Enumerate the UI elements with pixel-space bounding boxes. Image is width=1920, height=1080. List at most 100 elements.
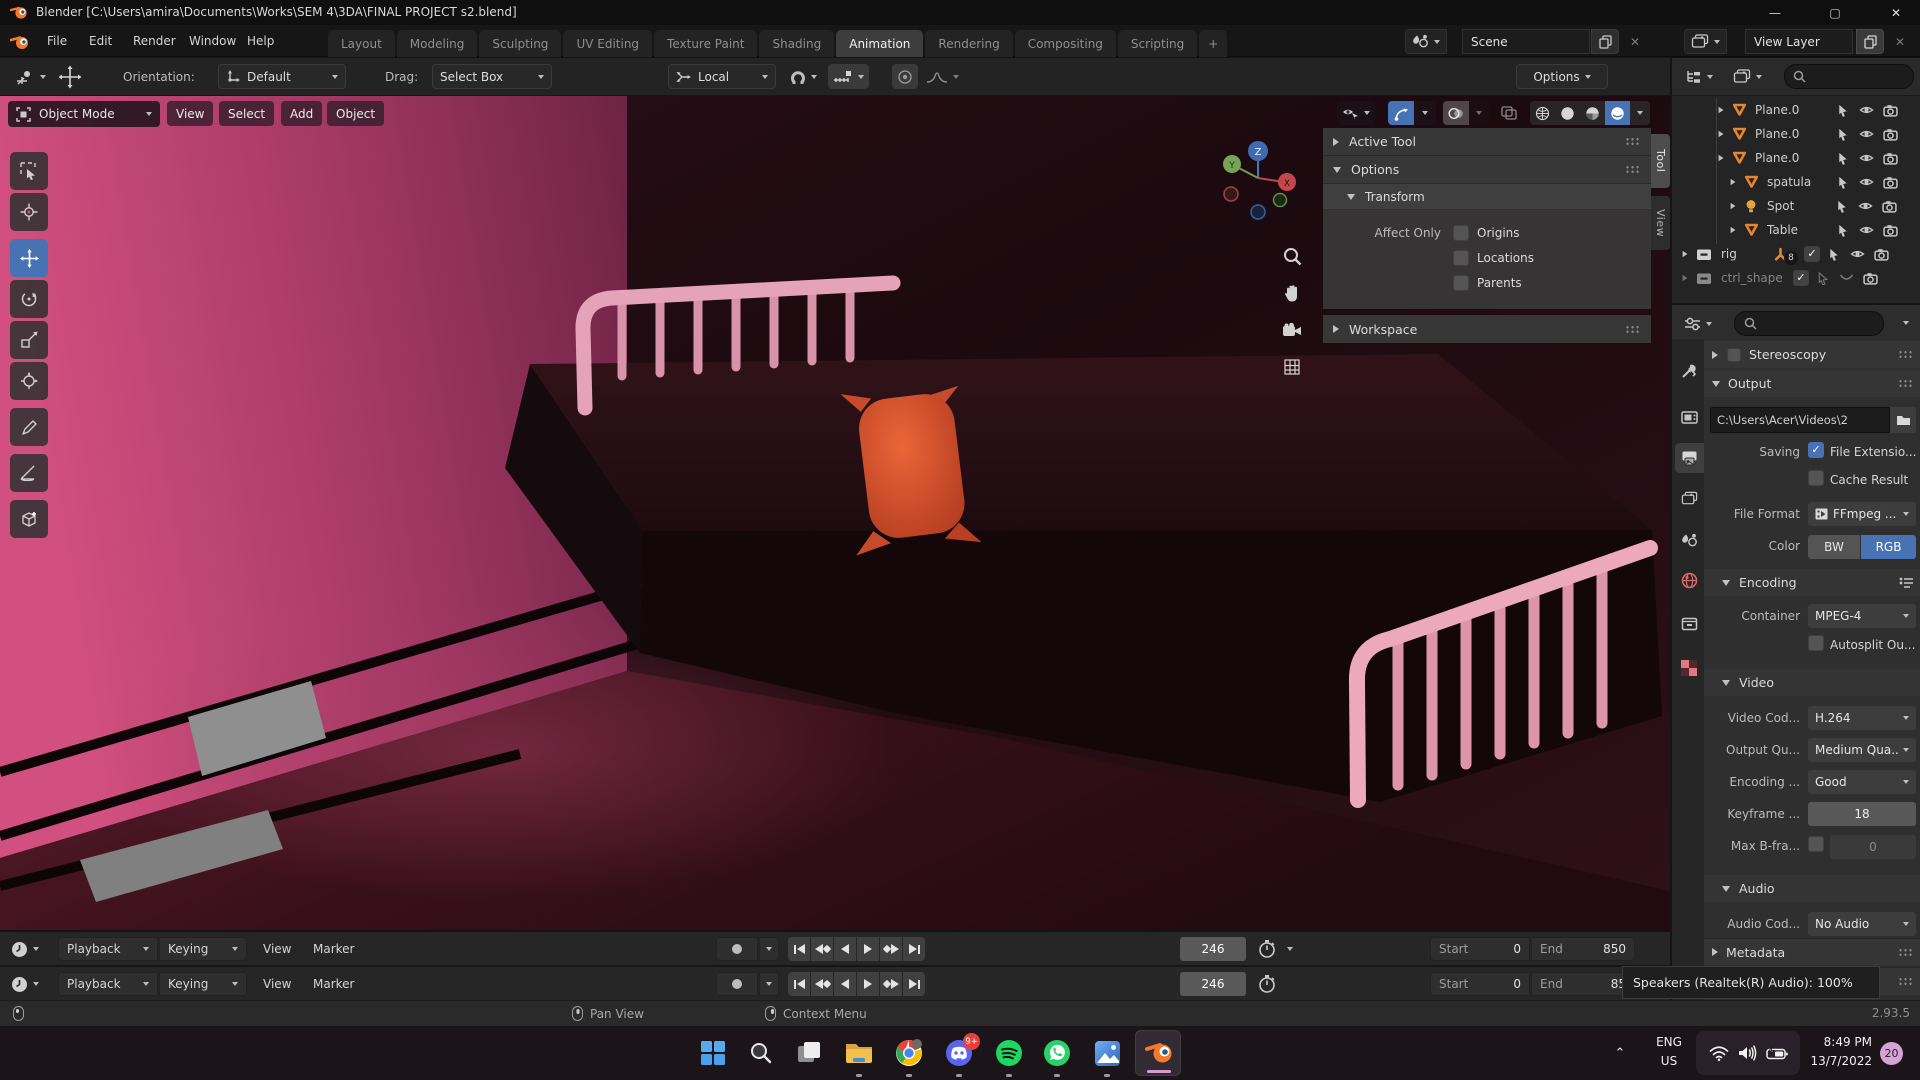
play-button[interactable] [857, 937, 879, 961]
playback-menu[interactable]: Playback [58, 972, 158, 996]
menu-window[interactable]: Window [180, 29, 245, 53]
tray-clock[interactable]: 8:49 PM13/7/2022 [1806, 1033, 1872, 1070]
play-reverse-button[interactable] [834, 937, 856, 961]
tab-view-layer-properties[interactable] [1676, 485, 1702, 511]
view-menu[interactable]: View [255, 972, 299, 996]
camera-icon[interactable] [1882, 200, 1897, 213]
drag-grip-icon[interactable] [1625, 165, 1641, 174]
stereoscopy-checkbox[interactable] [1727, 348, 1741, 362]
gizmos-toggle[interactable] [1388, 101, 1436, 125]
tab-texture-paint[interactable]: Texture Paint [654, 30, 757, 57]
prev-keyframe-button[interactable] [811, 972, 833, 996]
tray-quick-settings[interactable] [1696, 1031, 1800, 1075]
tool-transform[interactable] [10, 362, 48, 400]
current-frame-field[interactable]: 246 [1180, 937, 1246, 961]
tool-scale[interactable] [10, 321, 48, 359]
menu-edit[interactable]: Edit [80, 29, 121, 53]
tool-annotate[interactable] [10, 408, 48, 446]
scene-name-field[interactable]: Scene [1462, 29, 1590, 54]
drag-grip-icon[interactable] [1898, 379, 1914, 388]
camera-icon[interactable] [1883, 176, 1898, 189]
properties-filter-dropdown[interactable] [1903, 321, 1909, 325]
frame-end-field[interactable]: End85 [1531, 972, 1635, 996]
outliner-editor-type[interactable] [1680, 64, 1718, 89]
selectable-icon[interactable] [1828, 248, 1840, 261]
eye-icon[interactable] [1859, 127, 1874, 141]
parents-checkbox[interactable] [1453, 275, 1469, 291]
tool-select-box[interactable] [10, 152, 48, 190]
output-path-browse-button[interactable] [1890, 407, 1916, 433]
expand-icon[interactable] [1731, 227, 1736, 233]
view-layer-selector[interactable] [1684, 29, 1727, 54]
expand-icon[interactable] [1719, 107, 1724, 113]
color-rgb-button[interactable]: RGB [1861, 535, 1916, 559]
jump-to-end-button[interactable] [903, 937, 925, 961]
frame-end-field[interactable]: End850 [1531, 937, 1635, 961]
notification-count-badge[interactable]: 20 [1880, 1042, 1903, 1065]
drag-dropdown[interactable]: Select Box [432, 64, 552, 89]
outliner-display-mode[interactable] [1728, 64, 1767, 89]
view-layer-name-field[interactable]: View Layer [1745, 29, 1853, 54]
subpanel-encoding[interactable]: Encoding [1704, 569, 1920, 596]
panel-workspace[interactable]: Workspace [1323, 315, 1651, 343]
output-path-field[interactable]: C:\Users\Acer\Videos\2 [1710, 407, 1890, 433]
active-tool-selector[interactable] [10, 64, 51, 90]
tab-render-properties[interactable] [1676, 403, 1702, 429]
eye-icon[interactable] [1859, 151, 1874, 165]
camera-icon[interactable] [1874, 248, 1889, 261]
chrome-button[interactable] [893, 1037, 925, 1069]
color-bw-button[interactable]: BW [1808, 535, 1860, 559]
shading-rendered-button[interactable] [1605, 101, 1630, 125]
frame-start-field[interactable]: Start0 [1430, 972, 1530, 996]
eye-icon[interactable] [1858, 199, 1873, 213]
tab-animation[interactable]: Animation [836, 30, 923, 57]
scene-selector[interactable] [1405, 29, 1447, 54]
xray-toggle[interactable] [1496, 101, 1522, 125]
camera-icon[interactable] [1883, 152, 1898, 165]
overlays-toggle[interactable] [1443, 101, 1489, 125]
marker-menu[interactable]: Marker [305, 937, 362, 961]
shading-wireframe-button[interactable] [1530, 101, 1555, 125]
properties-search-field[interactable] [1734, 311, 1884, 336]
viewport-menu-add[interactable]: Add [281, 101, 322, 126]
quality-dropdown[interactable]: Medium Qua... [1808, 738, 1916, 762]
camera-icon[interactable] [1883, 224, 1898, 237]
file-explorer-button[interactable] [843, 1037, 875, 1069]
add-workspace-button[interactable]: + [1199, 30, 1227, 57]
view-layer-copy-button[interactable] [1856, 29, 1884, 54]
subpanel-transform[interactable]: Transform [1323, 184, 1651, 210]
viewport-menu-select[interactable]: Select [219, 101, 274, 126]
camera-icon[interactable] [1863, 272, 1878, 285]
taskbar-search-button[interactable] [745, 1037, 777, 1069]
hide-curve-icon[interactable] [1839, 273, 1854, 283]
mode-dropdown[interactable]: Object Mode [8, 101, 160, 127]
menu-file[interactable]: File [38, 29, 76, 53]
selectable-icon[interactable] [1837, 128, 1849, 141]
file-format-dropdown[interactable]: FFmpeg ... [1808, 502, 1916, 526]
view-layer-remove-button[interactable]: ✕ [1888, 29, 1912, 54]
proportional-falloff-dropdown[interactable] [922, 64, 963, 89]
eye-icon[interactable] [1859, 103, 1874, 117]
audio-codec-dropdown[interactable]: No Audio [1808, 912, 1916, 936]
stopwatch-icon[interactable] [1258, 939, 1276, 959]
sidebar-tab-tool[interactable]: Tool [1651, 134, 1670, 188]
outliner-row-plane1[interactable]: Plane.0 [1670, 98, 1920, 122]
viewport-pan-button[interactable] [1278, 279, 1306, 307]
outliner-row-rig[interactable]: rig 8 ✓ [1670, 242, 1920, 266]
tab-output-properties-active[interactable] [1675, 443, 1704, 473]
outliner-row-spot[interactable]: Spot [1670, 194, 1920, 218]
presets-icon[interactable] [1899, 577, 1914, 589]
speed-dropdown[interactable]: Good [1808, 770, 1916, 794]
autosplit-checkbox[interactable] [1808, 635, 1824, 651]
drag-grip-icon[interactable] [1898, 350, 1914, 359]
tab-modeling[interactable]: Modeling [397, 30, 478, 57]
scene-copy-button[interactable] [1591, 29, 1619, 54]
tab-uv-editing[interactable]: UV Editing [563, 30, 652, 57]
auto-keying-dropdown[interactable] [759, 972, 779, 996]
properties-editor-type[interactable] [1680, 311, 1716, 336]
language-indicator[interactable]: ENGUS [1648, 1033, 1690, 1070]
expand-icon[interactable] [1731, 203, 1736, 209]
drag-grip-icon[interactable] [1898, 948, 1914, 957]
drag-grip-icon[interactable] [1898, 977, 1914, 986]
chevron-down-icon[interactable] [1287, 947, 1293, 951]
